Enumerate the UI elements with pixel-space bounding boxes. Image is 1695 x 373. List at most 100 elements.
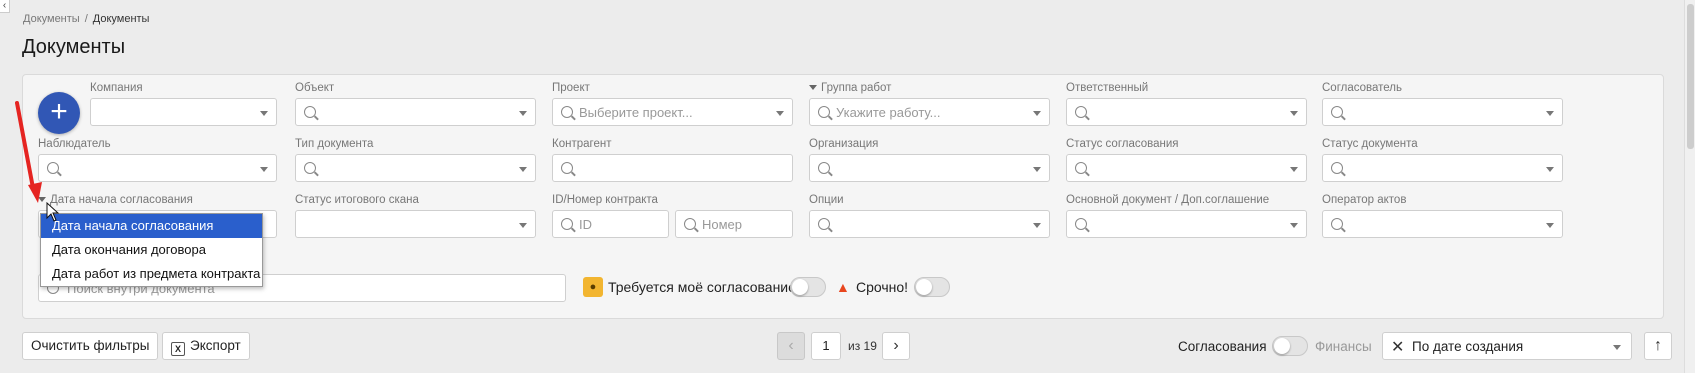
urgent-toggle[interactable] bbox=[914, 277, 950, 297]
search-icon bbox=[1075, 106, 1087, 118]
plus-icon: + bbox=[50, 95, 68, 128]
chevron-down-icon bbox=[1033, 167, 1041, 172]
work-group-placeholder: Укажите работу... bbox=[836, 105, 941, 120]
chevron-down-icon bbox=[519, 111, 527, 116]
project-select[interactable]: Выберите проект... bbox=[552, 98, 793, 126]
search-icon bbox=[818, 162, 830, 174]
observer-label: Наблюдатель bbox=[38, 138, 111, 150]
chevron-down-icon bbox=[1290, 111, 1298, 116]
mouse-cursor-icon bbox=[46, 202, 60, 222]
chevron-down-icon bbox=[1033, 111, 1041, 116]
view-approvals-label: Согласования bbox=[1178, 339, 1267, 354]
breadcrumb: Документы / Документы bbox=[23, 13, 149, 25]
work-group-label-text: Группа работ bbox=[821, 82, 892, 94]
doc-status-label: Статус документа bbox=[1322, 138, 1418, 150]
page-total: из 19 bbox=[848, 339, 877, 353]
doc-status-select[interactable] bbox=[1322, 154, 1563, 182]
search-icon bbox=[561, 162, 573, 174]
final-scan-status-label: Статус итогового скана bbox=[295, 194, 419, 206]
final-scan-status-select[interactable] bbox=[295, 210, 536, 238]
counterparty-input[interactable] bbox=[552, 154, 793, 182]
prev-page-button[interactable]: ‹ bbox=[777, 332, 805, 360]
date-type-dropdown: Дата начала согласования Дата окончания … bbox=[40, 213, 263, 287]
contract-id-input[interactable]: ID bbox=[552, 210, 669, 238]
main-doc-select[interactable] bbox=[1066, 210, 1307, 238]
scrollbar-thumb[interactable] bbox=[1687, 4, 1694, 149]
page-number-input[interactable]: 1 bbox=[811, 332, 841, 360]
sort-direction-button[interactable]: ↑ bbox=[1644, 332, 1672, 360]
contract-number-input[interactable]: Номер bbox=[675, 210, 793, 238]
chevron-down-icon bbox=[260, 167, 268, 172]
search-icon bbox=[1331, 218, 1343, 230]
chevron-down-icon bbox=[519, 223, 527, 228]
date-filter-label[interactable]: Дата начала согласования bbox=[38, 194, 193, 206]
contract-number-placeholder: Номер bbox=[702, 217, 743, 232]
search-icon bbox=[1075, 218, 1087, 230]
export-button[interactable]: X Экспорт bbox=[162, 332, 250, 360]
search-icon bbox=[684, 218, 696, 230]
sort-select[interactable]: ✕ По дате создания bbox=[1382, 332, 1632, 360]
doc-type-label: Тип документа bbox=[295, 138, 374, 150]
chevron-down-icon bbox=[1546, 167, 1554, 172]
work-group-label[interactable]: Группа работ bbox=[809, 82, 891, 94]
search-icon bbox=[818, 106, 830, 118]
add-document-button[interactable]: + bbox=[38, 92, 80, 134]
search-icon bbox=[818, 218, 830, 230]
clear-icon[interactable]: ✕ bbox=[1391, 337, 1404, 357]
main-doc-label: Основной документ / Доп.соглашение bbox=[1066, 194, 1270, 206]
responsible-select[interactable] bbox=[1066, 98, 1307, 126]
date-option-contract-end[interactable]: Дата окончания договора bbox=[41, 238, 262, 262]
organization-select[interactable] bbox=[809, 154, 1050, 182]
sidebar-collapse-button[interactable]: ‹ bbox=[0, 0, 10, 13]
chevron-down-icon bbox=[1033, 223, 1041, 228]
options-select[interactable] bbox=[809, 210, 1050, 238]
organization-label: Организация bbox=[809, 138, 879, 150]
work-group-select[interactable]: Укажите работу... bbox=[809, 98, 1050, 126]
breadcrumb-root-link[interactable]: Документы bbox=[23, 13, 80, 25]
my-approval-toggle[interactable] bbox=[790, 277, 826, 297]
chevron-down-icon bbox=[776, 111, 784, 116]
options-label: Опции bbox=[809, 194, 844, 206]
page-scrollbar[interactable] bbox=[1684, 0, 1695, 373]
caret-down-icon bbox=[809, 85, 817, 90]
chevron-down-icon bbox=[1290, 223, 1298, 228]
excel-icon: X bbox=[171, 342, 185, 356]
date-option-work-date[interactable]: Дата работ из предмета контракта bbox=[41, 262, 262, 286]
chevron-down-icon bbox=[1613, 345, 1621, 350]
chevron-down-icon bbox=[519, 167, 527, 172]
export-label: Экспорт bbox=[190, 338, 241, 353]
next-page-button[interactable]: › bbox=[882, 332, 910, 360]
project-placeholder: Выберите проект... bbox=[579, 105, 693, 120]
view-mode-toggle[interactable] bbox=[1272, 336, 1308, 356]
toggle-knob bbox=[916, 279, 932, 295]
search-icon bbox=[1331, 162, 1343, 174]
approval-status-select[interactable] bbox=[1066, 154, 1307, 182]
clear-filters-button[interactable]: Очистить фильтры bbox=[22, 332, 159, 360]
view-finance-label: Финансы bbox=[1315, 339, 1372, 354]
approver-select[interactable] bbox=[1322, 98, 1563, 126]
contract-id-placeholder: ID bbox=[579, 217, 592, 232]
date-option-approval-start[interactable]: Дата начала согласования bbox=[41, 214, 262, 238]
contract-id-label: ID/Номер контракта bbox=[552, 194, 658, 206]
observer-select[interactable] bbox=[38, 154, 277, 182]
object-select[interactable] bbox=[295, 98, 536, 126]
act-operator-select[interactable] bbox=[1322, 210, 1563, 238]
approver-label: Согласователь bbox=[1322, 82, 1403, 94]
page-title: Документы bbox=[22, 36, 126, 58]
search-icon bbox=[304, 106, 316, 118]
chevron-down-icon bbox=[260, 111, 268, 116]
breadcrumb-current: Документы bbox=[92, 13, 150, 25]
approval-status-label: Статус согласования bbox=[1066, 138, 1179, 150]
doc-type-select[interactable] bbox=[295, 154, 536, 182]
search-icon bbox=[304, 162, 316, 174]
company-select[interactable] bbox=[90, 98, 277, 126]
breadcrumb-separator: / bbox=[84, 13, 88, 25]
search-icon bbox=[1075, 162, 1087, 174]
counterparty-label: Контрагент bbox=[552, 138, 612, 150]
chevron-down-icon bbox=[1546, 223, 1554, 228]
object-label: Объект bbox=[295, 82, 335, 94]
caret-down-icon bbox=[38, 197, 46, 202]
project-label: Проект bbox=[552, 82, 590, 94]
search-icon bbox=[1331, 106, 1343, 118]
search-icon bbox=[47, 162, 59, 174]
